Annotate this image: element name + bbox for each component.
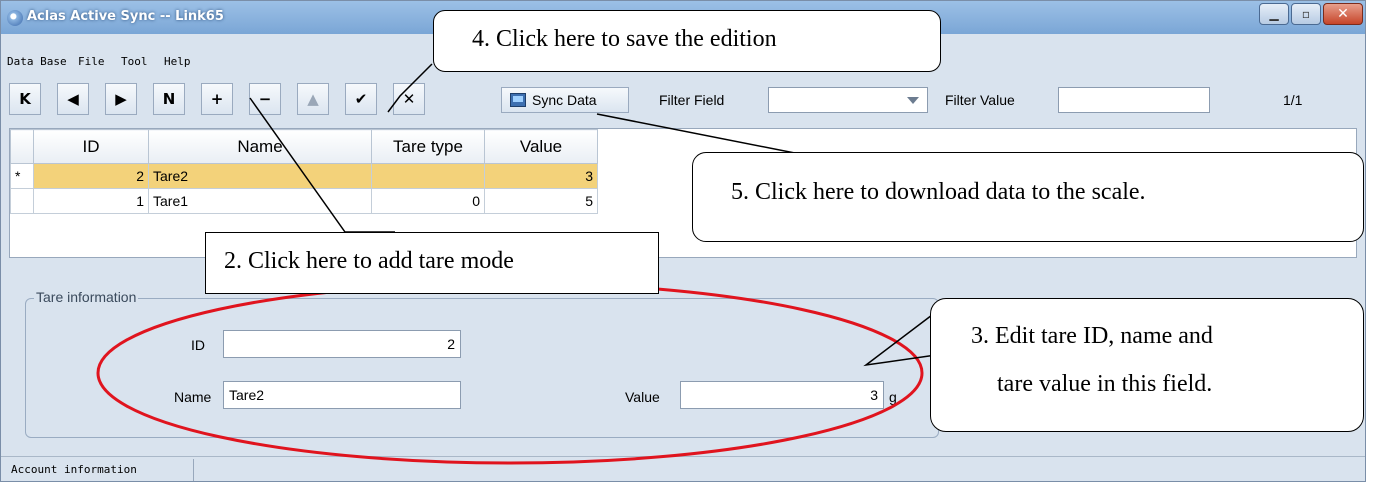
callout-4-pointer xyxy=(387,63,433,113)
callout-add: 2. Click here to add tare mode xyxy=(205,232,659,294)
callout-add-text: 2. Click here to add tare mode xyxy=(224,248,514,274)
callout-edit: 3. Edit tare ID, name and tare value in … xyxy=(930,298,1364,432)
callout-edit-text-1: 3. Edit tare ID, name and xyxy=(971,323,1213,349)
callout-sync: 5. Click here to download data to the sc… xyxy=(692,152,1364,242)
callout-2-pointer xyxy=(249,97,395,233)
callout-save-text: 4. Click here to save the edition xyxy=(472,26,777,52)
callout-3-pointer xyxy=(863,311,937,367)
callout-save: 4. Click here to save the edition xyxy=(433,10,941,72)
callout-5-pointer xyxy=(596,113,811,157)
callout-edit-text-2: tare value in this field. xyxy=(997,371,1213,397)
callout-sync-text: 5. Click here to download data to the sc… xyxy=(731,179,1146,205)
highlight-ellipse xyxy=(96,281,924,465)
